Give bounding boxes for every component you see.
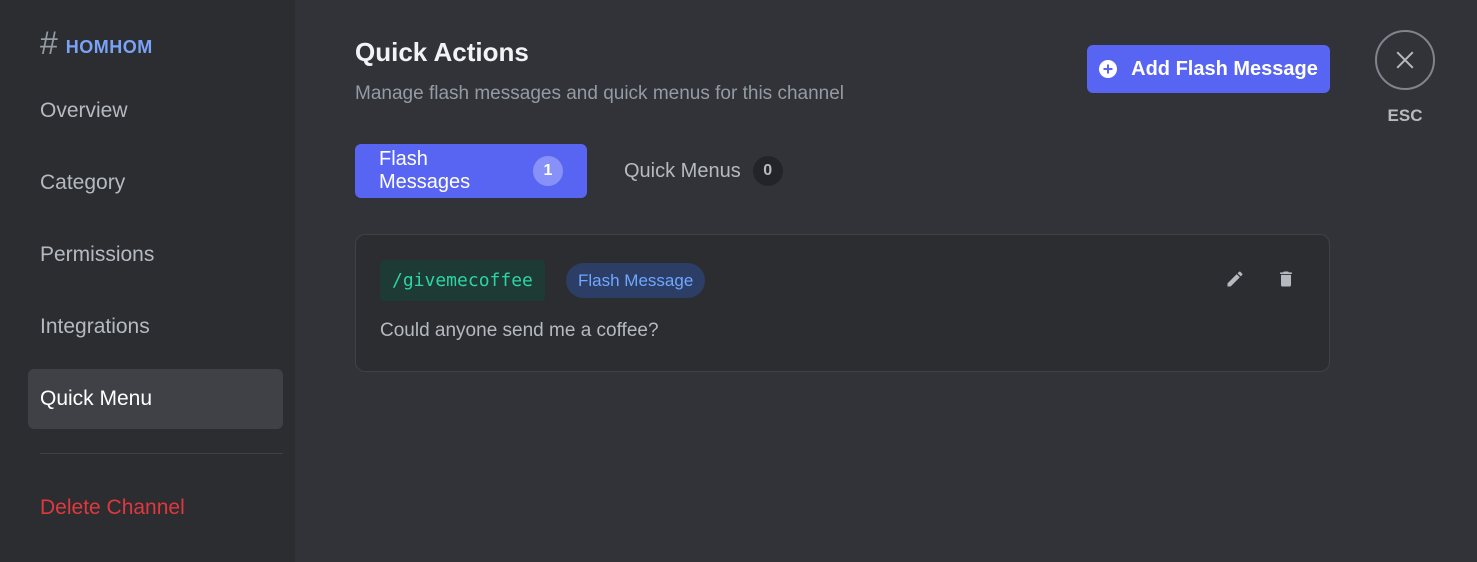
tab-label: Flash Messages — [379, 148, 471, 193]
delete-channel-button[interactable]: Delete Channel — [28, 478, 283, 538]
tab-count-badge: 0 — [752, 156, 783, 186]
tab-count-badge: 1 — [533, 156, 563, 186]
pencil-icon — [1227, 271, 1243, 287]
sidebar-item-category[interactable]: Category — [28, 153, 283, 213]
esc-label: ESC — [1387, 106, 1423, 125]
sidebar-item-label: Permissions — [40, 243, 155, 266]
trash-icon — [1280, 271, 1292, 287]
flash-message-card: /givemecoffee Flash Message Could anyone… — [355, 234, 1330, 372]
sidebar-item-integrations[interactable]: Integrations — [28, 297, 283, 357]
message-text: Could anyone send me a coffee? — [380, 320, 659, 341]
sidebar: # HOMHOM Overview Category Permissions I… — [0, 0, 295, 562]
channel-settings: # HOMHOM Overview Category Permissions I… — [0, 0, 1477, 562]
channel-header: # HOMHOM — [40, 26, 153, 60]
add-flash-message-button[interactable]: Add Flash Message — [1087, 45, 1330, 93]
type-badge: Flash Message — [566, 263, 706, 298]
add-flash-message-label: Add Flash Message — [1131, 57, 1318, 80]
channel-name: HOMHOM — [65, 36, 153, 57]
sidebar-item-label: Overview — [40, 99, 128, 122]
edit-button[interactable] — [1224, 268, 1246, 290]
tab-flash-messages[interactable]: Flash Messages 1 — [355, 144, 587, 198]
hash-icon: # — [40, 25, 58, 61]
tab-label: Quick Menus — [624, 159, 741, 182]
tab-quick-menus[interactable]: Quick Menus 0 — [600, 144, 807, 198]
sidebar-item-label: Integrations — [40, 315, 150, 338]
command-trigger: /givemecoffee — [380, 260, 545, 301]
sidebar-item-label: Category — [40, 171, 126, 194]
plus-circle-icon — [1099, 60, 1118, 78]
delete-button[interactable] — [1275, 268, 1297, 290]
sidebar-item-overview[interactable]: Overview — [28, 81, 283, 141]
delete-channel-label: Delete Channel — [40, 496, 185, 519]
sidebar-divider — [40, 453, 283, 454]
page-title: Quick Actions — [355, 37, 529, 67]
sidebar-item-permissions[interactable]: Permissions — [28, 225, 283, 285]
sidebar-item-quick-menu[interactable]: Quick Menu — [28, 369, 283, 429]
page-subtitle: Manage flash messages and quick menus fo… — [355, 83, 844, 104]
close-button[interactable] — [1375, 30, 1435, 90]
sidebar-item-label: Quick Menu — [40, 387, 153, 410]
